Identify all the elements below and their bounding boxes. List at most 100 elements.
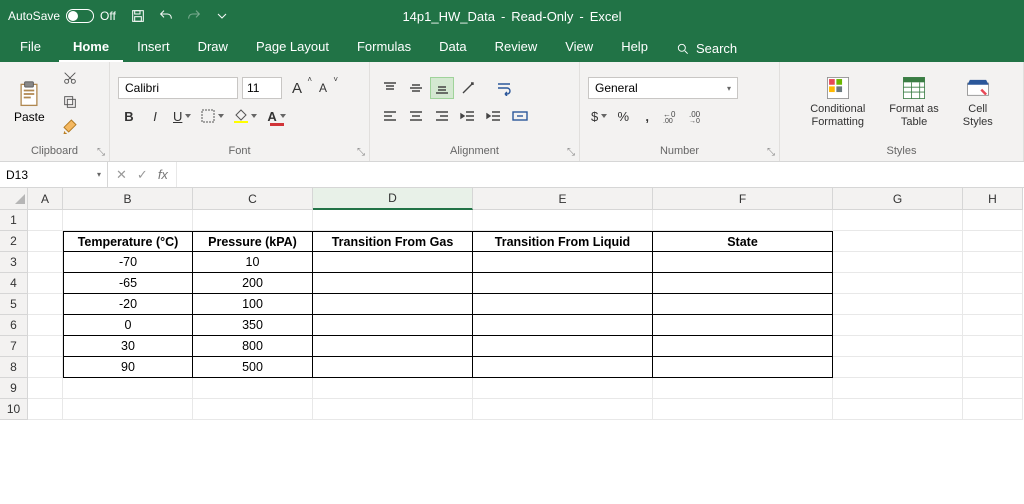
cell-D8[interactable]	[313, 357, 473, 378]
cell-D4[interactable]	[313, 273, 473, 294]
align-middle-icon[interactable]	[404, 77, 428, 99]
cell-E7[interactable]	[473, 336, 653, 357]
cell-G9[interactable]	[833, 378, 963, 399]
align-left-icon[interactable]	[378, 105, 402, 127]
cell-G7[interactable]	[833, 336, 963, 357]
tab-data[interactable]: Data	[425, 33, 480, 62]
paste-button[interactable]: Paste	[8, 78, 51, 126]
comma-format-icon[interactable]: ,	[636, 105, 658, 127]
cell-C5[interactable]: 100	[193, 294, 313, 315]
cell-A3[interactable]	[28, 252, 63, 273]
cell-styles-button[interactable]: Cell Styles	[957, 73, 999, 130]
cell-H7[interactable]	[963, 336, 1023, 357]
tab-file[interactable]: File	[6, 33, 55, 62]
tab-formulas[interactable]: Formulas	[343, 33, 425, 62]
cell-E2[interactable]: Transition From Liquid	[473, 231, 653, 252]
cell-E1[interactable]	[473, 210, 653, 231]
row-header[interactable]: 8	[0, 357, 28, 378]
autosave-toggle[interactable]	[66, 9, 94, 23]
cell-C6[interactable]: 350	[193, 315, 313, 336]
cell-E10[interactable]	[473, 399, 653, 420]
cell-H6[interactable]	[963, 315, 1023, 336]
decrease-font-icon[interactable]: A˅	[312, 77, 334, 99]
column-header-C[interactable]: C	[193, 188, 313, 210]
cell-D6[interactable]	[313, 315, 473, 336]
cell-A2[interactable]	[28, 231, 63, 252]
enter-formula-icon[interactable]: ✓	[137, 167, 148, 183]
decrease-decimal-icon[interactable]: .00→0	[686, 105, 710, 127]
cell-G1[interactable]	[833, 210, 963, 231]
cell-A6[interactable]	[28, 315, 63, 336]
cell-C9[interactable]	[193, 378, 313, 399]
cell-F1[interactable]	[653, 210, 833, 231]
tell-me-search[interactable]: Search	[662, 35, 751, 62]
column-header-F[interactable]: F	[653, 188, 833, 210]
qat-customize-icon[interactable]	[208, 2, 236, 30]
fill-color-icon[interactable]	[231, 105, 260, 127]
cut-icon[interactable]	[59, 68, 81, 88]
cell-A8[interactable]	[28, 357, 63, 378]
cell-F8[interactable]	[653, 357, 833, 378]
font-launcher-icon[interactable]: ⤡	[357, 147, 365, 158]
tab-page-layout[interactable]: Page Layout	[242, 33, 343, 62]
cell-F9[interactable]	[653, 378, 833, 399]
select-all-corner[interactable]	[0, 188, 28, 210]
cell-D9[interactable]	[313, 378, 473, 399]
cell-H1[interactable]	[963, 210, 1023, 231]
row-header[interactable]: 10	[0, 399, 28, 420]
cell-H8[interactable]	[963, 357, 1023, 378]
cell-H2[interactable]	[963, 231, 1023, 252]
cell-H5[interactable]	[963, 294, 1023, 315]
tab-review[interactable]: Review	[481, 33, 552, 62]
cell-B5[interactable]: -20	[63, 294, 193, 315]
cell-G8[interactable]	[833, 357, 963, 378]
cell-B1[interactable]	[63, 210, 193, 231]
column-header-G[interactable]: G	[833, 188, 963, 210]
cell-F3[interactable]	[653, 252, 833, 273]
fx-icon[interactable]: fx	[158, 167, 168, 182]
cell-H9[interactable]	[963, 378, 1023, 399]
cell-A1[interactable]	[28, 210, 63, 231]
tab-help[interactable]: Help	[607, 33, 662, 62]
redo-icon[interactable]	[180, 2, 208, 30]
cell-D2[interactable]: Transition From Gas	[313, 231, 473, 252]
column-header-H[interactable]: H	[963, 188, 1023, 210]
row-header[interactable]: 9	[0, 378, 28, 399]
cell-B4[interactable]: -65	[63, 273, 193, 294]
increase-indent-icon[interactable]	[482, 105, 506, 127]
cell-F10[interactable]	[653, 399, 833, 420]
cell-A9[interactable]	[28, 378, 63, 399]
tab-insert[interactable]: Insert	[123, 33, 184, 62]
italic-button[interactable]: I	[144, 105, 166, 127]
borders-icon[interactable]	[198, 105, 227, 127]
save-icon[interactable]	[124, 2, 152, 30]
cell-D3[interactable]	[313, 252, 473, 273]
font-size-input[interactable]	[242, 77, 282, 99]
increase-font-icon[interactable]: A˄	[286, 77, 308, 99]
formula-input[interactable]	[177, 162, 1024, 187]
cell-B8[interactable]: 90	[63, 357, 193, 378]
cell-A10[interactable]	[28, 399, 63, 420]
cell-D10[interactable]	[313, 399, 473, 420]
cell-E6[interactable]	[473, 315, 653, 336]
row-header[interactable]: 4	[0, 273, 28, 294]
merge-center-icon[interactable]	[508, 105, 532, 127]
underline-button[interactable]: U	[170, 105, 194, 127]
align-center-icon[interactable]	[404, 105, 428, 127]
cell-A7[interactable]	[28, 336, 63, 357]
increase-decimal-icon[interactable]: ←0.00	[660, 105, 684, 127]
column-header-E[interactable]: E	[473, 188, 653, 210]
bold-button[interactable]: B	[118, 105, 140, 127]
cell-G10[interactable]	[833, 399, 963, 420]
align-right-icon[interactable]	[430, 105, 454, 127]
align-bottom-icon[interactable]	[430, 77, 454, 99]
cell-C7[interactable]: 800	[193, 336, 313, 357]
font-color-icon[interactable]: A	[264, 105, 288, 127]
row-header[interactable]: 2	[0, 231, 28, 252]
cell-G4[interactable]	[833, 273, 963, 294]
cell-D5[interactable]	[313, 294, 473, 315]
tab-draw[interactable]: Draw	[184, 33, 242, 62]
cell-C3[interactable]: 10	[193, 252, 313, 273]
cell-A5[interactable]	[28, 294, 63, 315]
tab-home[interactable]: Home	[59, 33, 123, 62]
